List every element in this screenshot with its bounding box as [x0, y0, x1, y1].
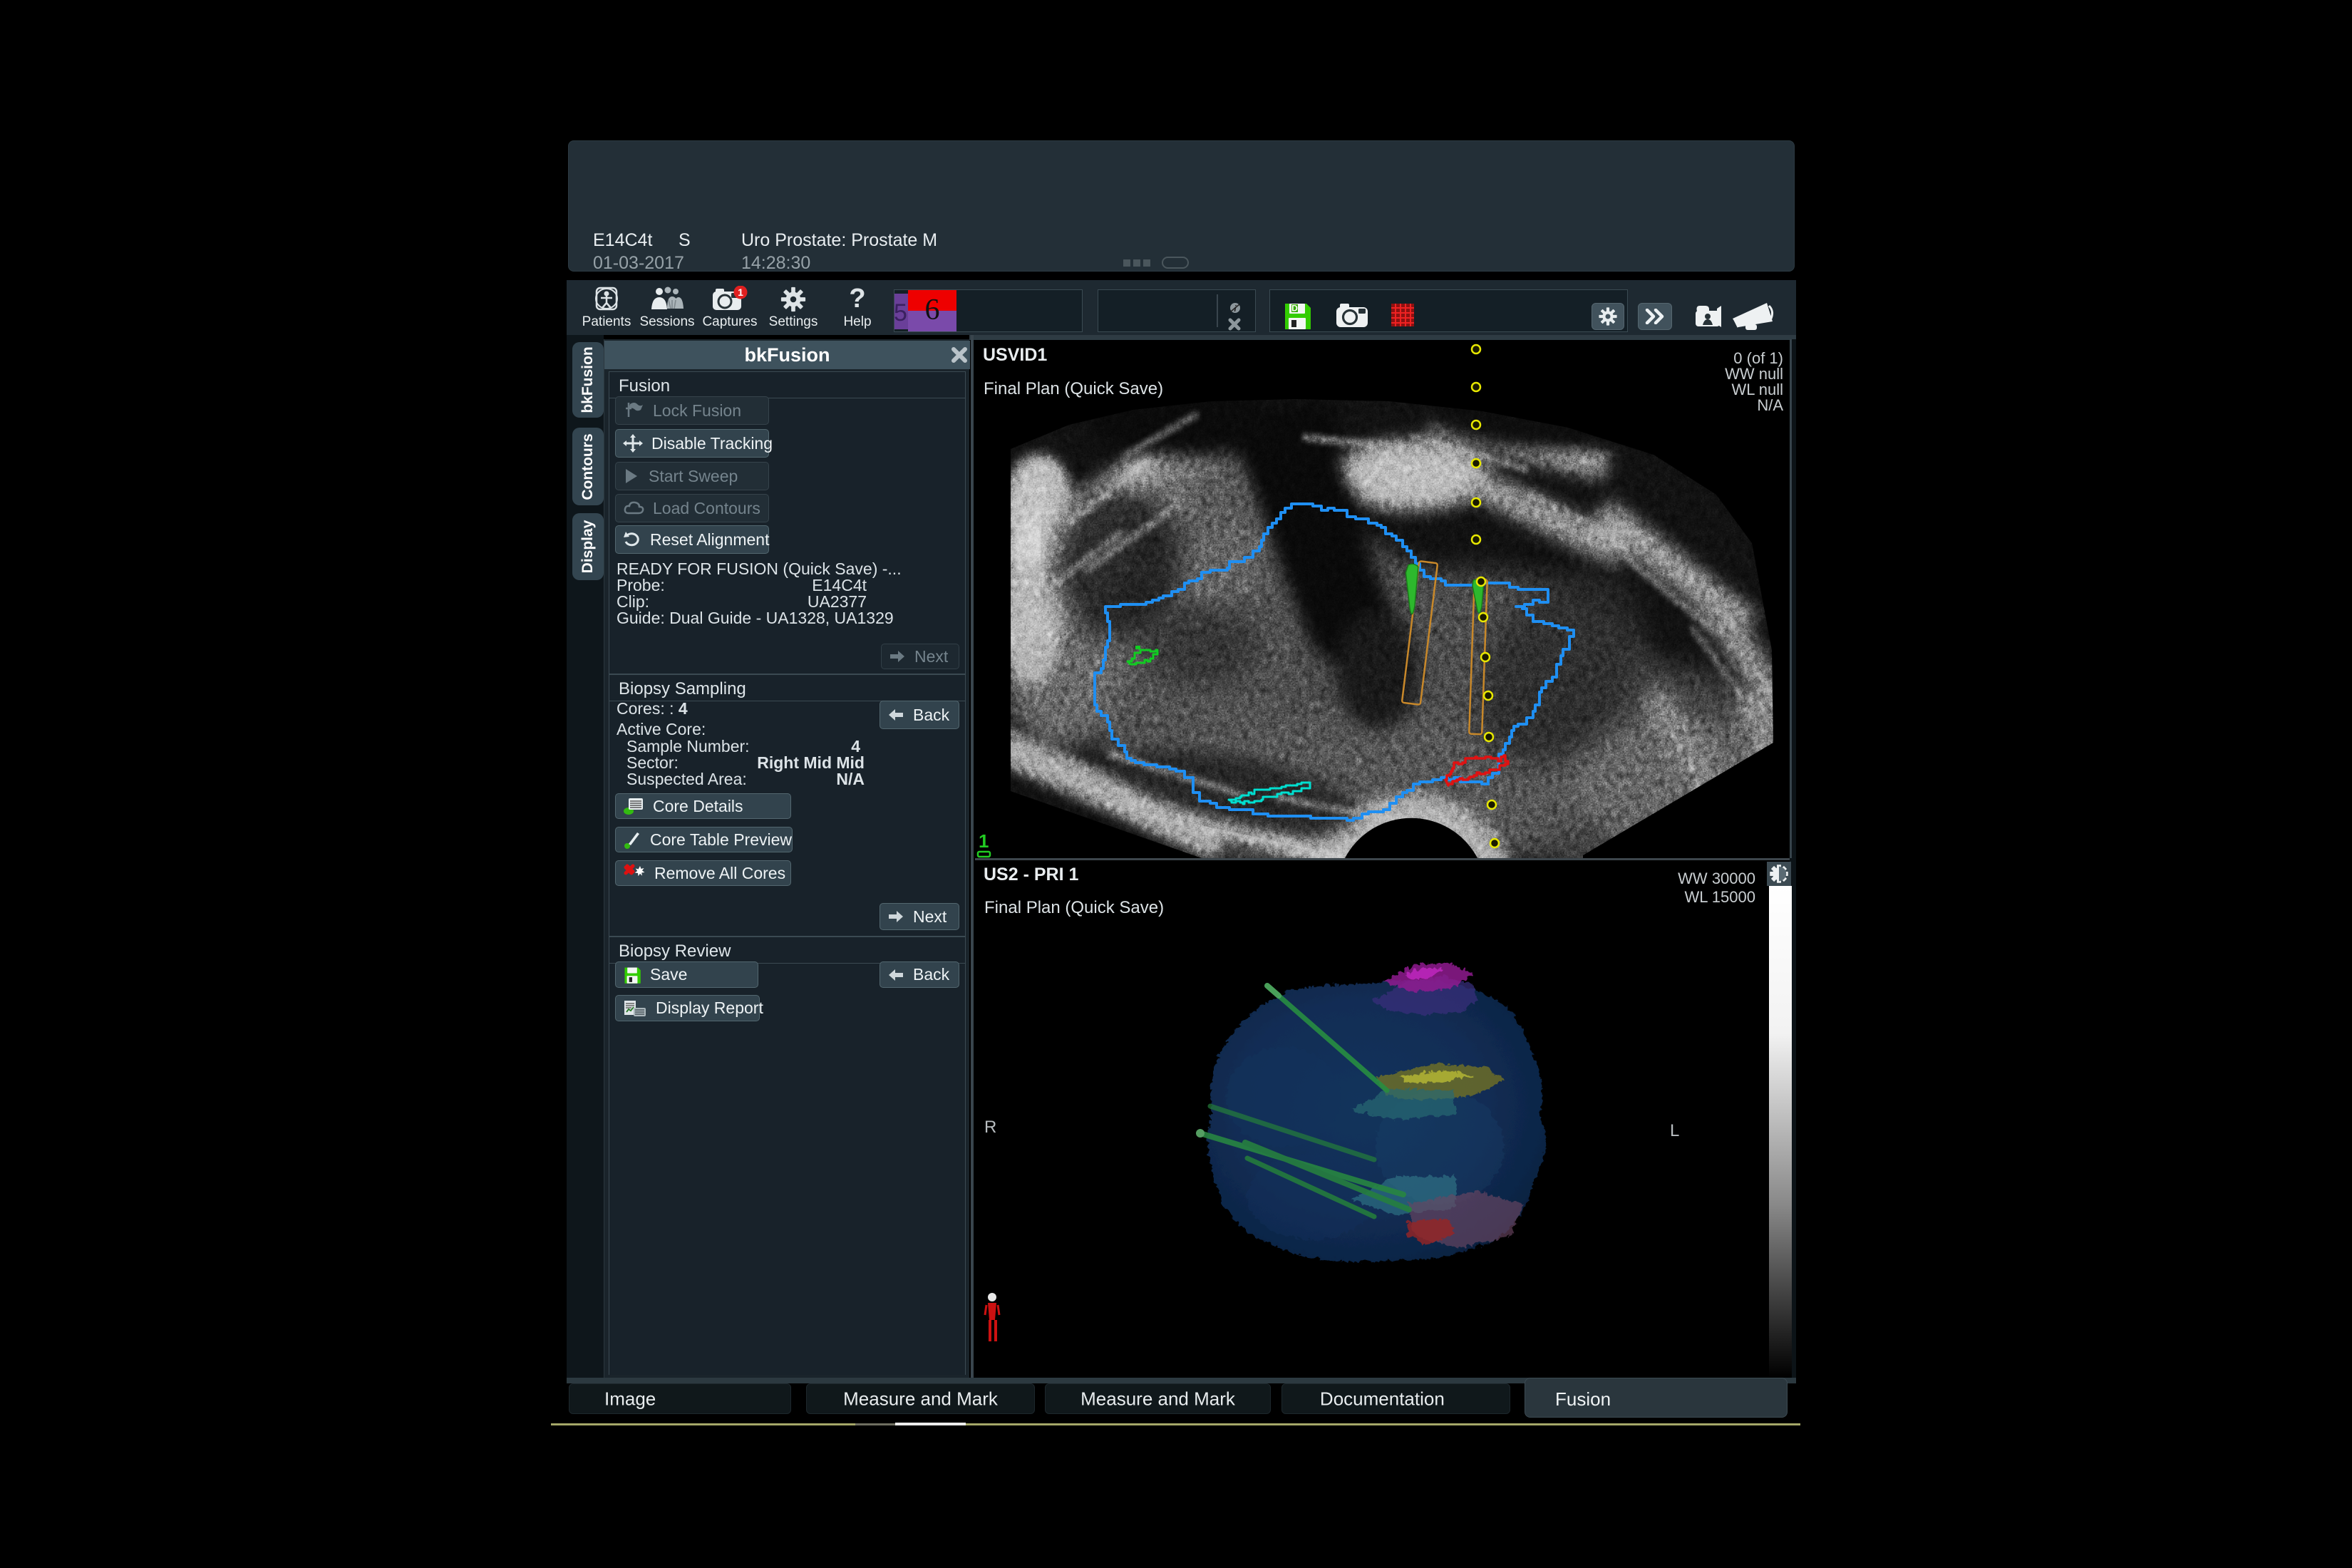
svg-text:WL 15000: WL 15000	[1685, 888, 1755, 906]
svg-text:L: L	[1670, 1121, 1679, 1140]
svg-text:?: ?	[849, 286, 865, 313]
svg-text:N/A: N/A	[1757, 396, 1783, 414]
svg-text:Final Plan (Quick Save): Final Plan (Quick Save)	[984, 898, 1164, 917]
svg-text:Final Plan (Quick Save): Final Plan (Quick Save)	[984, 379, 1163, 398]
svg-text:D: D	[1291, 304, 1298, 314]
svg-text:WW 30000: WW 30000	[1678, 870, 1755, 887]
svg-text:US2 - PRI 1: US2 - PRI 1	[984, 865, 1078, 884]
svg-text:R: R	[984, 1118, 996, 1137]
svg-text:USVID1: USVID1	[983, 345, 1047, 365]
svg-text:1: 1	[738, 287, 743, 298]
svg-text:1: 1	[979, 830, 989, 852]
